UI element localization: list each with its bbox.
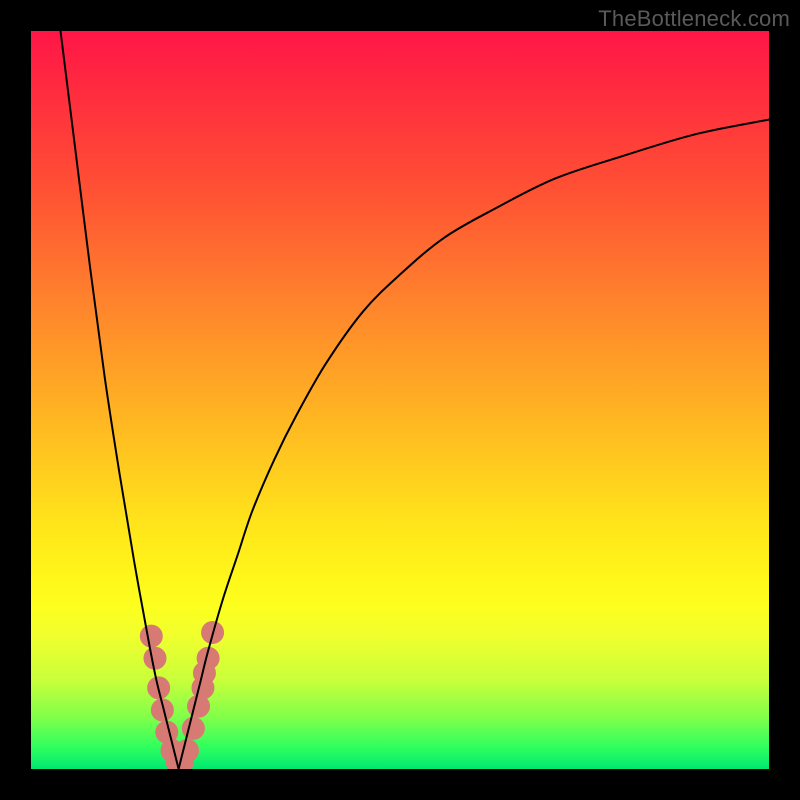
plot-area	[31, 31, 769, 769]
marker-point	[140, 625, 162, 647]
marker-point	[182, 717, 204, 739]
chart-frame: TheBottleneck.com	[0, 0, 800, 800]
chart-svg	[31, 31, 769, 769]
marker-point	[176, 740, 198, 762]
curve-layer	[61, 31, 769, 769]
watermark-text: TheBottleneck.com	[598, 6, 790, 32]
series-right-branch	[179, 120, 769, 769]
marker-point	[144, 647, 166, 669]
